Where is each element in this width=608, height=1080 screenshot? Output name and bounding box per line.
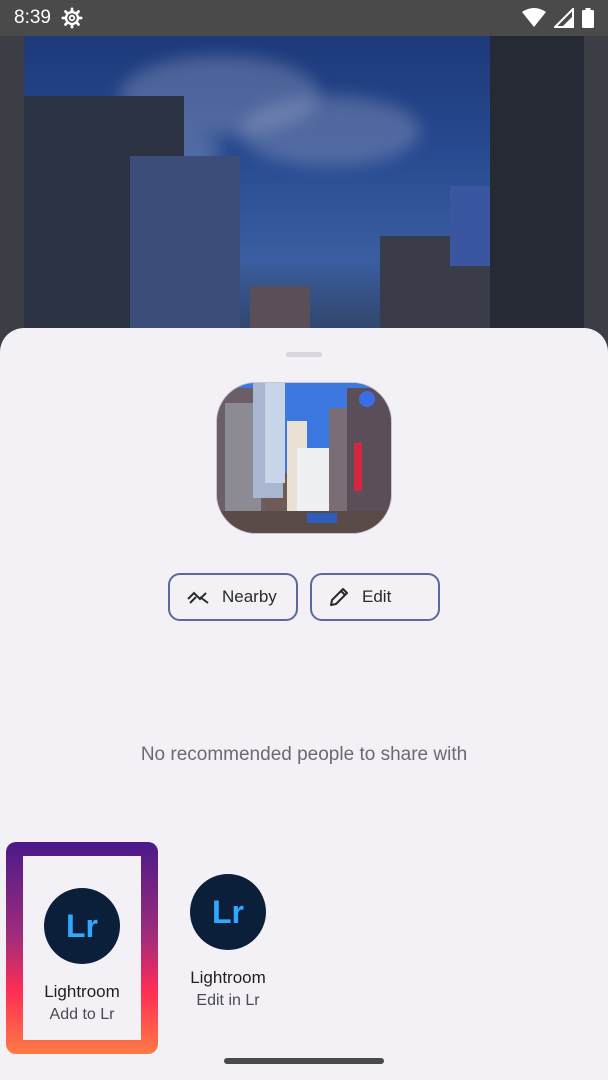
share-sheet: Nearby Edit No recommended people to sha… <box>0 328 608 1080</box>
sheet-drag-handle[interactable] <box>286 352 322 357</box>
gesture-nav-bar[interactable] <box>224 1058 384 1064</box>
nearby-label: Nearby <box>222 587 277 606</box>
nearby-button[interactable]: Nearby <box>168 573 298 621</box>
share-target-lightroom-edit[interactable]: Lr Lightroom Edit in Lr <box>152 842 304 1054</box>
target-subtitle: Edit in Lr <box>196 992 260 1009</box>
signal-icon <box>554 8 574 28</box>
status-bar: 8:39 <box>0 0 608 36</box>
background-photo <box>0 36 608 356</box>
target-subtitle: Add to Lr <box>49 1006 115 1023</box>
share-actions: Nearby Edit <box>168 573 440 621</box>
wifi-icon <box>522 8 546 27</box>
shared-image-preview <box>216 382 392 534</box>
edit-button[interactable]: Edit <box>310 573 440 621</box>
status-time: 8:39 <box>14 7 51 28</box>
target-app-name: Lightroom <box>190 968 266 987</box>
lightroom-app-icon: Lr <box>190 874 266 950</box>
edit-label: Edit <box>362 587 392 606</box>
settings-gear-icon <box>61 7 83 29</box>
city-photo-thumbnail <box>217 383 391 533</box>
battery-icon <box>582 8 594 28</box>
share-target-lightroom-add[interactable]: Lr Lightroom Add to Lr <box>6 842 158 1054</box>
no-recommendations-text: No recommended people to share with <box>140 744 468 765</box>
pencil-icon <box>330 588 348 606</box>
target-app-name: Lightroom <box>44 982 120 1001</box>
lightroom-app-icon: Lr <box>44 888 120 964</box>
nearby-share-icon <box>187 591 209 604</box>
share-targets: Lr Lightroom Add to Lr Lr Lightroom Edit… <box>0 842 608 1062</box>
